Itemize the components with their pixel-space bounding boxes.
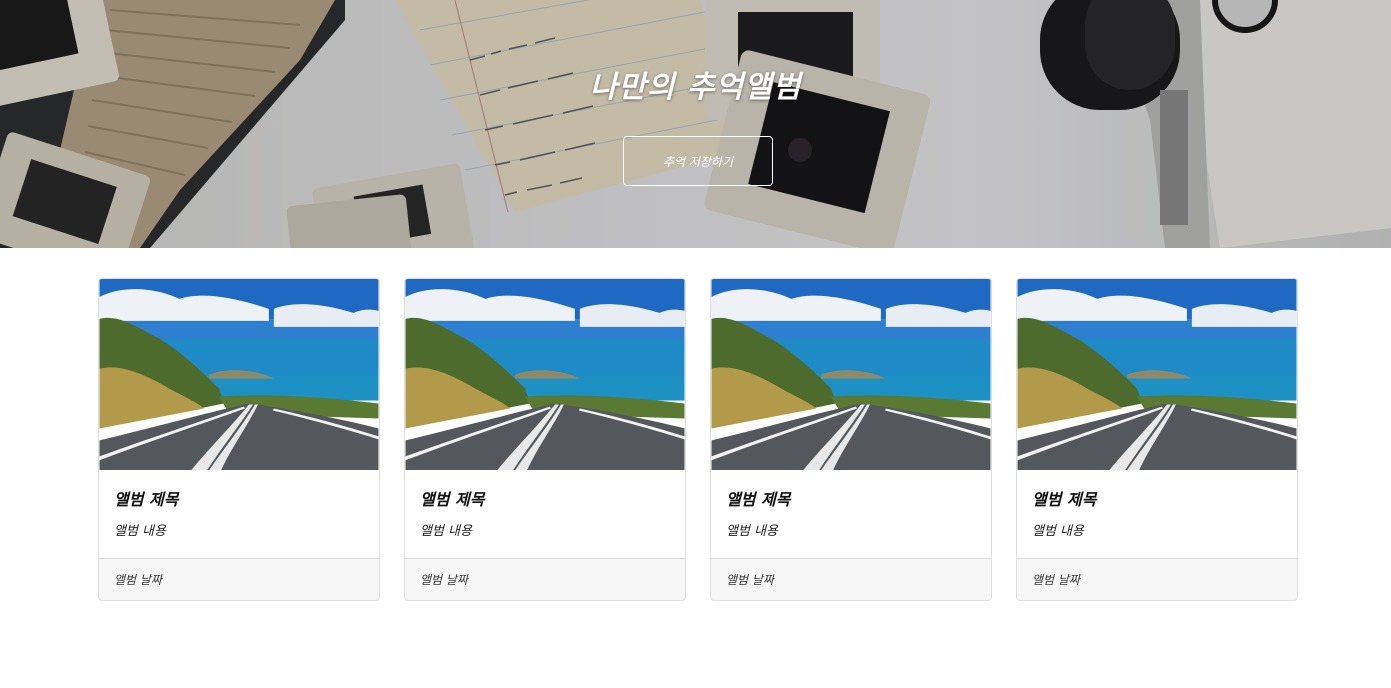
- album-card-image: [405, 279, 685, 471]
- album-card-title: 앨범 제목: [114, 490, 179, 510]
- album-card-text: 앨범 내용: [1032, 524, 1084, 540]
- save-memory-button[interactable]: 추억 저장하기: [623, 136, 773, 186]
- album-card-text: 앨범 내용: [114, 524, 166, 540]
- album-card-title: 앨범 제목: [1032, 490, 1097, 510]
- album-card-title: 앨범 제목: [420, 490, 485, 510]
- album-card-footer: 앨범 날짜: [99, 558, 379, 600]
- hero-banner: 나만의 추억앨범 추억 저장하기: [0, 0, 1391, 248]
- album-card-body: 앨범 제목 앨범 내용: [99, 470, 379, 558]
- album-card-footer: 앨범 날짜: [405, 558, 685, 600]
- album-card-body: 앨범 제목 앨범 내용: [1017, 470, 1297, 558]
- album-card-image: [99, 279, 379, 471]
- album-card-text: 앨범 내용: [726, 524, 778, 540]
- album-card-image: [711, 279, 991, 471]
- page-title: 나만의 추억앨범: [589, 70, 802, 105]
- album-card-footer: 앨범 날짜: [711, 558, 991, 600]
- album-card[interactable]: 앨범 제목 앨범 내용 앨범 날짜: [710, 278, 992, 601]
- album-card[interactable]: 앨범 제목 앨범 내용 앨범 날짜: [404, 278, 686, 601]
- album-card-text: 앨범 내용: [420, 524, 472, 540]
- album-card[interactable]: 앨범 제목 앨범 내용 앨범 날짜: [1016, 278, 1298, 601]
- album-card[interactable]: 앨범 제목 앨범 내용 앨범 날짜: [98, 278, 380, 601]
- album-card-image: [1017, 279, 1297, 471]
- album-card-footer: 앨범 날짜: [1017, 558, 1297, 600]
- album-card-title: 앨범 제목: [726, 490, 791, 510]
- album-card-body: 앨범 제목 앨범 내용: [405, 470, 685, 558]
- hero-overlay: [0, 0, 1391, 248]
- album-card-body: 앨범 제목 앨범 내용: [711, 470, 991, 558]
- album-card-list: 앨범 제목 앨범 내용 앨범 날짜 앨범 제목 앨범 내용 앨범 날짜 앨범 제…: [98, 278, 1298, 601]
